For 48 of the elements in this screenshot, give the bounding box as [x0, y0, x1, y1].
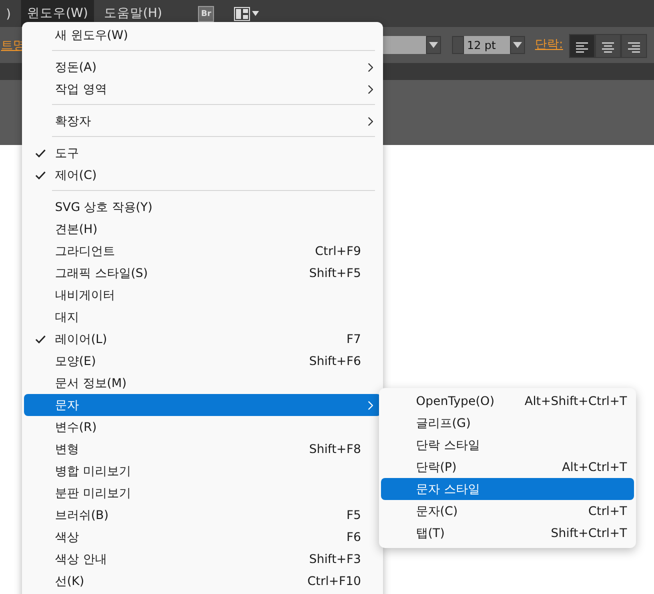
- menu-item[interactable]: 색상 안내 Shift+F3: [24, 548, 381, 570]
- caret-icon: [513, 42, 522, 48]
- menu-item[interactable]: 내비게이터: [24, 284, 381, 306]
- menu-item[interactable]: 대지: [24, 306, 381, 328]
- bridge-button[interactable]: Br: [198, 6, 214, 22]
- check-icon: [35, 334, 46, 344]
- menu-item[interactable]: 색상 F6: [24, 526, 381, 548]
- menu-item[interactable]: 글리프(G): [381, 412, 634, 434]
- menu-item[interactable]: 문자(C) Ctrl+T: [381, 500, 634, 522]
- menu-item[interactable]: 레이어(L) F7: [24, 328, 381, 350]
- menu-item[interactable]: 확장자: [24, 110, 381, 132]
- menu-bar-item[interactable]: ): [0, 0, 17, 27]
- menu-item[interactable]: 분판 미리보기: [24, 482, 381, 504]
- menu-item[interactable]: 새 윈도우(W): [24, 24, 381, 46]
- menu-item[interactable]: 작업 영역: [24, 78, 381, 100]
- menu-item[interactable]: SVG 상호 작용(Y): [24, 196, 381, 218]
- paragraph-label: 단락:: [535, 36, 564, 53]
- caret-icon: [429, 42, 438, 48]
- align-button[interactable]: [595, 34, 622, 58]
- menu-item[interactable]: 문자 스타일: [381, 478, 634, 500]
- align-button[interactable]: [621, 34, 648, 58]
- menu-item[interactable]: 모양(E) Shift+F6: [24, 350, 381, 372]
- menu-item[interactable]: 그라디언트 Ctrl+F9: [24, 240, 381, 262]
- check-icon: [35, 170, 46, 180]
- layout-icon[interactable]: [234, 6, 250, 20]
- dropdown-button[interactable]: [510, 36, 525, 54]
- menu-item[interactable]: 단락(P) Alt+Ctrl+T: [381, 456, 634, 478]
- menu-item[interactable]: 제어(C): [24, 164, 381, 186]
- menu-item[interactable]: OpenType(O) Alt+Shift+Ctrl+T: [381, 390, 634, 412]
- menu-item[interactable]: 그래픽 스타일(S) Shift+F5: [24, 262, 381, 284]
- menu-item[interactable]: 브러쉬(B) F5: [24, 504, 381, 526]
- check-icon: [35, 148, 46, 158]
- font-size-field[interactable]: 12 pt: [464, 36, 510, 54]
- menu-item[interactable]: 견본(H): [24, 218, 381, 240]
- menu-item[interactable]: 도구: [24, 142, 381, 164]
- menu-item[interactable]: 정돈(A): [24, 56, 381, 78]
- dropdown-caret-icon[interactable]: [252, 11, 260, 16]
- font-style-field[interactable]: [380, 36, 426, 54]
- align-button[interactable]: [569, 34, 596, 58]
- menu-item[interactable]: 변수(R): [24, 416, 381, 438]
- menu-item[interactable]: 문서 정보(M): [24, 372, 381, 394]
- menu-item[interactable]: 단락 스타일: [381, 434, 634, 456]
- menu-item[interactable]: 탭(T) Shift+Ctrl+T: [381, 522, 634, 544]
- menu-item[interactable]: 선(K) Ctrl+F10: [24, 570, 381, 592]
- menu-item[interactable]: 병합 미리보기: [24, 460, 381, 482]
- menu-item[interactable]: 문자: [24, 394, 381, 416]
- dropdown-button[interactable]: [426, 36, 441, 54]
- menu-item[interactable]: 변형 Shift+F8: [24, 438, 381, 460]
